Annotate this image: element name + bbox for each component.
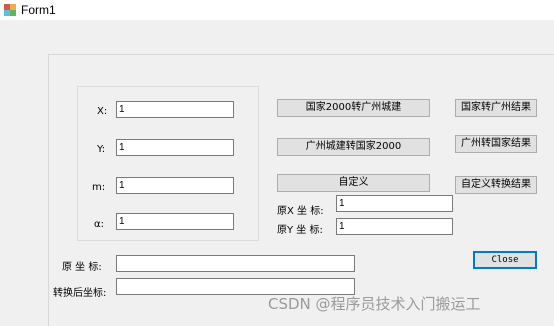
original-y-input[interactable]: 1 <box>336 218 453 235</box>
result-gz-to-cgcs-button[interactable]: 广州转国家结果 <box>455 135 537 153</box>
alpha-param-input[interactable]: 1 <box>116 213 234 230</box>
original-y-label: 原Y 坐 标: <box>277 225 323 236</box>
title-bar: Form1 <box>0 0 554 20</box>
app-icon <box>4 4 16 16</box>
y-param-input[interactable]: 1 <box>116 139 234 156</box>
m-param-input[interactable]: 1 <box>116 177 234 194</box>
custom-button[interactable]: 自定义 <box>277 174 430 192</box>
x-param-input[interactable]: 1 <box>116 101 234 118</box>
original-x-input[interactable]: 1 <box>336 195 453 212</box>
y-param-label: Y: <box>97 144 106 155</box>
guangzhou-to-cgcs2000-button[interactable]: 广州城建转国家2000 <box>277 138 430 156</box>
close-button[interactable]: Close <box>473 251 537 269</box>
original-coords-input[interactable] <box>116 255 355 272</box>
m-param-label: m: <box>92 182 106 193</box>
result-cgcs-to-gz-button[interactable]: 国家转广州结果 <box>455 99 537 117</box>
original-coords-label: 原 坐 标: <box>62 262 102 273</box>
result-custom-button[interactable]: 自定义转换结果 <box>455 176 537 194</box>
original-x-label: 原X 坐 标: <box>277 206 324 217</box>
watermark-text: CSDN @程序员技术入门搬运工 <box>268 295 481 313</box>
cgcs2000-to-guangzhou-button[interactable]: 国家2000转广州城建 <box>277 99 430 117</box>
converted-coords-label: 转换后坐标: <box>53 288 107 299</box>
alpha-param-label: α: <box>94 219 104 230</box>
x-param-label: X: <box>97 106 108 117</box>
window-title: Form1 <box>21 3 56 17</box>
